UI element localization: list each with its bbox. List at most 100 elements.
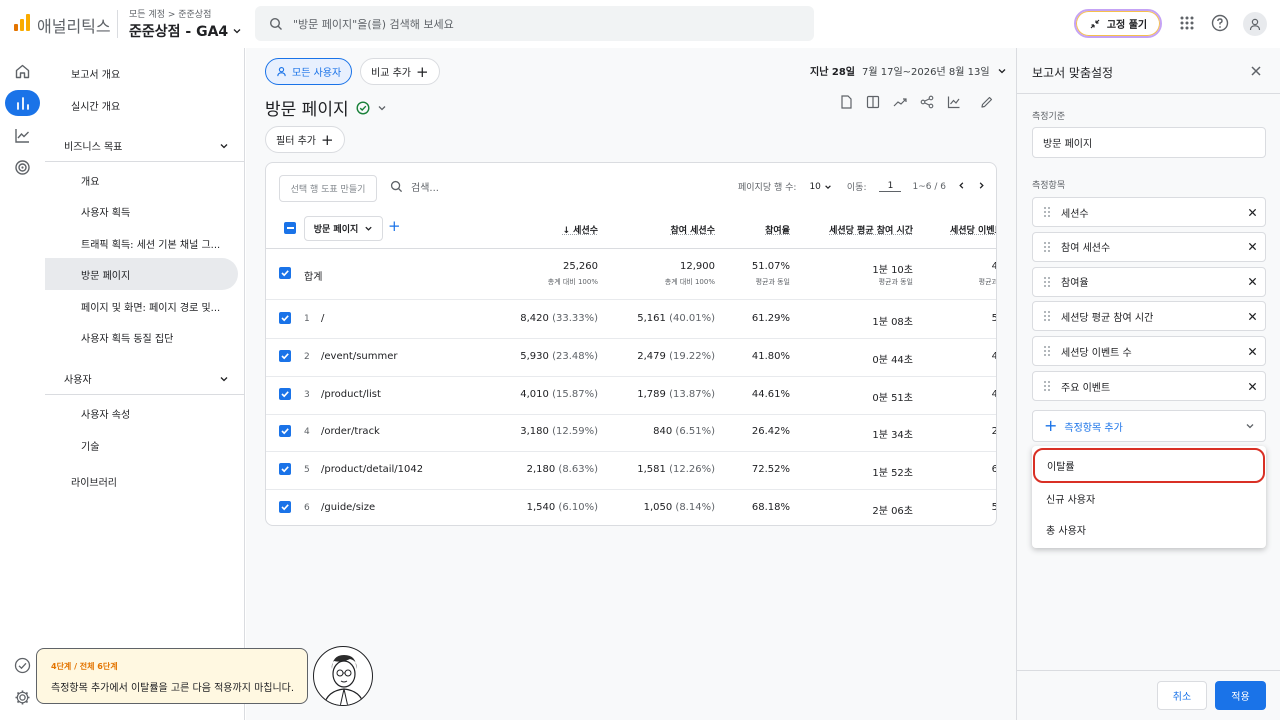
row-landing-page[interactable]: /product/list [321,389,381,400]
plot-rows-button[interactable]: 선택 행 도표 만들기 [279,175,377,202]
dimension-select[interactable]: 방문 페이지 [304,216,383,241]
table-row[interactable]: 5/product/detail/1042 2,180 (8.63%) 1,581 … [266,452,996,490]
property-selector[interactable]: 준준상점 - GA4 [129,21,242,41]
nav-item-tech[interactable]: 기술 [45,429,238,461]
metric-item[interactable]: 세션수 [1032,197,1266,227]
nav-section-business[interactable]: 비즈니스 목표 [45,130,245,162]
row-landing-page[interactable]: /guide/size [321,502,375,513]
remove-metric-icon[interactable] [1239,277,1265,286]
apps-grid-icon[interactable] [1176,12,1198,34]
row-landing-page[interactable]: / [321,313,324,324]
close-icon[interactable] [1247,62,1265,80]
advertising-icon[interactable] [5,154,40,180]
drag-handle-icon[interactable] [1033,380,1061,392]
select-all-checkbox[interactable] [284,222,296,234]
goto-input[interactable]: 1 [879,181,902,192]
nav-item-user-attributes[interactable]: 사용자 속성 [45,397,238,429]
search-bar[interactable]: "방문 페이지"을(를) 검색해 보세요 [255,6,814,41]
drag-handle-icon[interactable] [1033,206,1061,218]
dropdown-option-bounce-rate[interactable]: 이탈률 [1033,448,1265,483]
nav-item-pages-screens[interactable]: 페이지 및 화면: 페이지 경로 및... [45,290,238,322]
add-comparison-chip[interactable]: 비교 추가 + [360,58,440,85]
col-engaged-sessions[interactable]: 참여 세션수 [670,223,715,236]
all-users-chip[interactable]: 모든 사용자 [265,58,353,85]
metric-item[interactable]: 세션당 평균 참여 시간 [1032,301,1266,332]
nav-item-user-acquisition[interactable]: 사용자 획득 [45,195,238,227]
remove-metric-icon[interactable] [1239,312,1265,321]
row-landing-page[interactable]: /event/summer [321,351,398,362]
col-engagement-rate[interactable]: 참여율 [765,223,790,236]
remove-metric-icon[interactable] [1239,208,1265,217]
compare-columns-icon[interactable] [864,93,882,111]
table-row[interactable]: 2/event/summer 5,930 (23.48%) 2,479 (19.22… [266,339,996,377]
home-icon[interactable] [5,58,40,84]
metric-item[interactable]: 참여율 [1032,266,1266,297]
metric-item[interactable]: 참여 세션수 [1032,231,1266,262]
nav-item-cohort[interactable]: 사용자 획득 동질 집단 [45,321,238,353]
remove-metric-icon[interactable] [1239,242,1265,251]
share-icon[interactable] [918,93,936,111]
nav-item-traffic-acquisition[interactable]: 트래픽 획득: 세션 기본 채널 그... [45,227,238,259]
nav-item-landing-page[interactable]: 방문 페이지 [45,258,238,290]
table-row[interactable]: 3/product/list 4,010 (15.87%) 1,789 (13.87… [266,377,996,415]
drag-handle-icon[interactable] [1033,241,1061,253]
reports-icon[interactable] [5,90,40,116]
dropdown-option-new-users[interactable]: 신규 사용자 [1032,483,1266,514]
dropdown-option-total-users[interactable]: 총 사용자 [1032,514,1266,545]
table-row[interactable]: 6/guide/size 1,540 (6.10%) 1,050 (8.14%) 68… [266,490,996,525]
row-avg-time: 2분 06초 [872,506,913,517]
admin-check-icon[interactable] [5,652,40,678]
col-events-per-session[interactable]: 세션당 이벤트 [950,223,996,236]
account-avatar-icon[interactable] [1243,12,1267,36]
brand-name[interactable]: 애널리틱스 [37,13,111,37]
metric-item[interactable]: 주요 이벤트 [1032,371,1266,401]
table-search[interactable]: 검색... [390,179,439,194]
chevron-down-icon[interactable] [377,103,387,113]
drag-handle-icon[interactable] [1033,310,1061,322]
settings-icon[interactable] [5,684,40,710]
prev-page-icon[interactable] [957,181,966,193]
account-breadcrumb[interactable]: 모든 계정 > 준준상점 [129,7,211,20]
row-landing-page[interactable]: /order/track [321,426,380,437]
help-icon[interactable] [1209,12,1231,34]
apply-button[interactable]: 적용 [1215,681,1266,710]
row-checkbox[interactable] [279,388,291,400]
remove-metric-icon[interactable] [1239,347,1265,356]
analytics-logo-icon[interactable] [14,14,30,31]
add-filter-chip[interactable]: 필터 추가 + [265,126,345,153]
unpin-button[interactable]: 고정 풀기 [1074,9,1162,38]
nav-section-user[interactable]: 사용자 [45,363,245,395]
date-range-picker[interactable]: 지난 28일 7월 17일~2026년 8월 13일 [810,63,1007,78]
row-checkbox[interactable] [279,312,291,324]
row-checkbox[interactable] [279,463,291,475]
row-checkbox[interactable] [279,425,291,437]
edit-pencil-icon[interactable] [978,93,996,111]
explore-icon[interactable] [5,122,40,148]
metric-item[interactable]: 세션당 이벤트 수 [1032,336,1266,367]
rows-per-page-select[interactable]: 10 [809,182,831,192]
cancel-button[interactable]: 취소 [1157,681,1207,710]
next-page-icon[interactable] [977,181,986,193]
drag-handle-icon[interactable] [1033,276,1061,288]
row-landing-page[interactable]: /product/detail/1042 [321,464,423,475]
remove-metric-icon[interactable] [1239,382,1265,391]
table-row[interactable]: 4/order/track 3,180 (12.59%) 840 (6.51%) 26… [266,414,996,452]
col-sessions[interactable]: ↓ 세션수 [562,223,598,236]
chart-icon[interactable] [945,93,963,111]
chevron-down-icon [825,184,831,189]
add-metric-button[interactable]: + 측정항목 추가 [1032,410,1266,442]
drag-handle-icon[interactable] [1033,345,1061,357]
total-checkbox[interactable] [279,267,291,279]
dimension-field[interactable]: 방문 페이지 [1032,127,1266,158]
col-avg-engagement-time[interactable]: 세션당 평균 참여 시간 [829,223,913,236]
nav-item-reports-snapshot[interactable]: 보고서 개요 [45,57,238,89]
table-row[interactable]: 1 / 8,420 (33.33%) 5,161 (40.01%) 61.29% 1분 0… [266,301,996,339]
document-icon[interactable] [837,93,855,111]
insights-trend-icon[interactable] [891,93,909,111]
nav-item-library[interactable]: 라이브러리 [45,465,238,497]
nav-item-overview[interactable]: 개요 [45,164,238,196]
nav-item-realtime[interactable]: 실시간 개요 [45,89,238,121]
row-checkbox[interactable] [279,501,291,513]
add-dimension-icon[interactable]: + [388,219,401,234]
row-checkbox[interactable] [279,350,291,362]
